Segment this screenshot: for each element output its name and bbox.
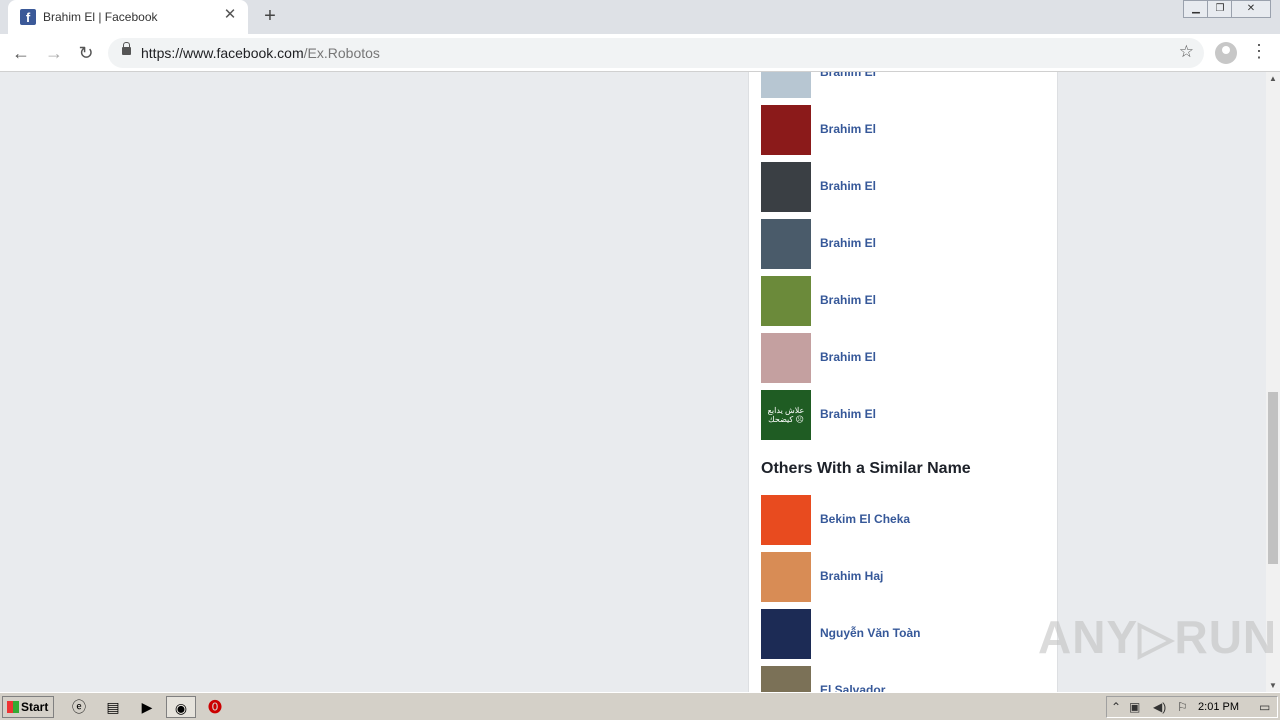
new-tab-button[interactable]: + (260, 5, 280, 28)
restore-button[interactable]: ❐ (1207, 0, 1233, 18)
profile-photo[interactable] (761, 609, 811, 659)
profile-photo[interactable] (761, 105, 811, 155)
profile-name-link[interactable]: Bekim El Cheka (820, 512, 910, 526)
media-player-icon[interactable]: ▶ (132, 696, 162, 718)
ie-icon[interactable]: ⓔ (64, 696, 94, 718)
profile-photo[interactable] (761, 552, 811, 602)
profile-name-link[interactable]: Brahim El (820, 122, 876, 136)
system-tray: ⌃ ▣ ◀) ⚐ 2:01 PM ▭ (1106, 696, 1278, 718)
profile-name-link[interactable]: Brahim El (820, 72, 876, 79)
browser-toolbar: ← → ↻ https://www.facebook.com/Ex.Roboto… (0, 34, 1280, 72)
back-icon[interactable]: ← (10, 42, 32, 64)
list-item[interactable]: Brahim El (761, 276, 1051, 326)
forward-icon[interactable]: → (43, 42, 65, 64)
opera-icon[interactable]: ⓿ (200, 696, 230, 718)
profile-photo[interactable] (761, 333, 811, 383)
list-item[interactable]: Bekim El Cheka (761, 495, 1051, 545)
profile-avatar-icon[interactable] (1215, 42, 1237, 64)
scroll-up-icon[interactable]: ▲ (1269, 74, 1277, 83)
tab-title: Brahim El | Facebook (43, 10, 158, 24)
profile-photo[interactable] (761, 495, 811, 545)
network-icon[interactable]: ▣ (1129, 700, 1140, 714)
address-bar[interactable]: https://www.facebook.com/Ex.Robotos ☆ (108, 38, 1204, 68)
profile-photo[interactable] (761, 72, 811, 98)
volume-icon[interactable]: ◀) (1153, 700, 1166, 714)
url-text[interactable]: https://www.facebook.com/Ex.Robotos (141, 45, 380, 61)
list-item[interactable]: Nguyễn Văn Toàn (761, 609, 1051, 659)
scrollbar[interactable]: ▲ ▼ (1266, 72, 1280, 692)
browser-tab[interactable]: f Brahim El | Facebook ✕ (8, 0, 248, 34)
browser-titlebar: f Brahim El | Facebook ✕ + ▁ ❐ ✕ (0, 0, 1280, 34)
list-item[interactable]: Brahim El (761, 72, 1051, 98)
watermark: ANY▷RUN (1038, 611, 1278, 663)
lock-icon (122, 42, 131, 55)
people-panel: Brahim El Brahim El Brahim El Brahim El Brah… (748, 72, 1058, 692)
clock: 2:01 PM (1198, 701, 1239, 713)
profile-photo[interactable] (761, 666, 811, 692)
windows-flag-icon (7, 701, 19, 713)
list-item[interactable]: علاش يدابع كيضحك ☹ Brahim El (761, 390, 1051, 440)
show-desktop-icon[interactable]: ▭ (1259, 700, 1270, 714)
profile-photo[interactable] (761, 219, 811, 269)
folder-icon[interactable]: ▤ (98, 696, 128, 718)
profile-photo[interactable] (761, 162, 811, 212)
menu-icon[interactable]: ⋮ (1250, 41, 1268, 62)
profile-name-link[interactable]: Brahim El (820, 293, 876, 307)
profile-photo[interactable] (761, 276, 811, 326)
profile-name-link[interactable]: Brahim El (820, 179, 876, 193)
page-content: Brahim El Brahim El Brahim El Brahim El Brah… (0, 72, 1266, 692)
bookmark-star-icon[interactable]: ☆ (1179, 42, 1194, 62)
scroll-down-icon[interactable]: ▼ (1269, 681, 1277, 690)
start-button[interactable]: Start (2, 696, 54, 718)
scrollbar-thumb[interactable] (1268, 392, 1278, 564)
profile-name-link[interactable]: Brahim Haj (820, 569, 883, 583)
profile-photo[interactable]: علاش يدابع كيضحك ☹ (761, 390, 811, 440)
close-window-button[interactable]: ✕ (1231, 0, 1271, 18)
show-hidden-icons-icon[interactable]: ⌃ (1111, 700, 1121, 714)
close-tab-icon[interactable]: ✕ (222, 7, 238, 23)
profile-name-link[interactable]: Brahim El (820, 350, 876, 364)
profile-name-link[interactable]: Nguyễn Văn Toàn (820, 626, 920, 640)
list-item[interactable]: Brahim El (761, 219, 1051, 269)
action-center-flag-icon[interactable]: ⚐ (1177, 700, 1188, 714)
taskbar: Start ⓔ ▤ ▶ ◉ ⓿ ⌃ ▣ ◀) ⚐ 2:01 PM ▭ (0, 692, 1280, 720)
chrome-icon[interactable]: ◉ (166, 696, 196, 718)
profile-name-link[interactable]: El Salvador (820, 683, 885, 692)
section-title: Others With a Similar Name (761, 460, 971, 477)
minimize-button[interactable]: ▁ (1183, 0, 1209, 18)
reload-icon[interactable]: ↻ (75, 42, 97, 64)
list-item[interactable]: El Salvador (761, 666, 1051, 692)
profile-name-link[interactable]: Brahim El (820, 407, 876, 421)
facebook-icon: f (20, 9, 36, 25)
list-item[interactable]: Brahim El (761, 333, 1051, 383)
profile-name-link[interactable]: Brahim El (820, 236, 876, 250)
photo-caption: علاش يدابع كيضحك ☹ (767, 406, 805, 424)
list-item[interactable]: Brahim El (761, 105, 1051, 155)
list-item[interactable]: Brahim El (761, 162, 1051, 212)
list-item[interactable]: Brahim Haj (761, 552, 1051, 602)
